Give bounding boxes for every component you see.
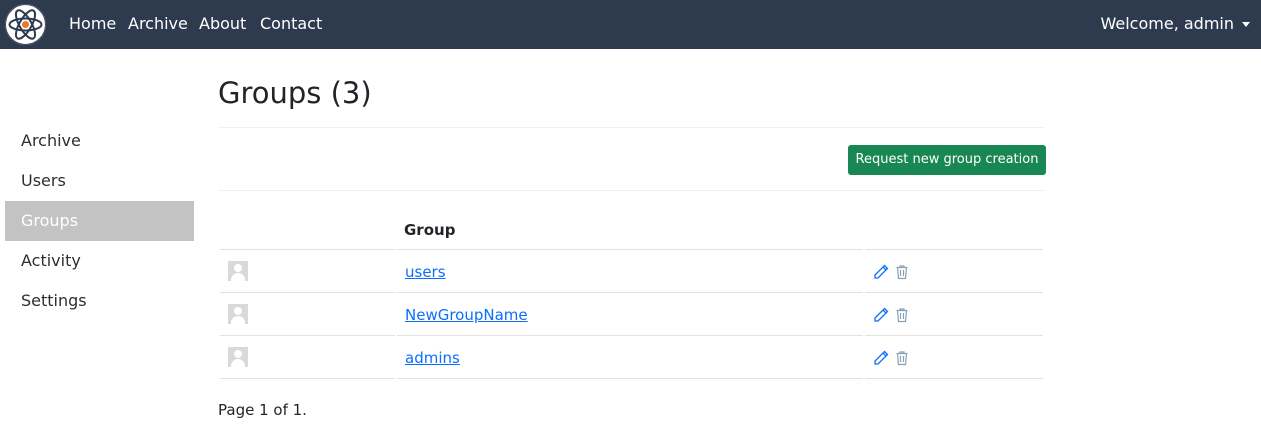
groups-table: Group users NewGroupName admins (218, 208, 1045, 381)
sidebar: Archive Users Groups Activity Settings (5, 121, 194, 321)
group-avatar-icon (228, 346, 248, 367)
table-row: users (220, 252, 1043, 293)
sidebar-item-settings[interactable]: Settings (5, 281, 194, 321)
user-menu-dropdown[interactable]: Welcome, admin (1100, 14, 1250, 34)
trash-icon[interactable] (894, 350, 910, 366)
sidebar-item-archive[interactable]: Archive (5, 121, 194, 161)
user-menu-label: Welcome, admin (1100, 14, 1235, 33)
sidebar-item-users[interactable]: Users (5, 161, 194, 201)
column-header-actions (865, 210, 1043, 250)
group-name-cell: users (397, 252, 863, 293)
group-link[interactable]: NewGroupName (405, 306, 528, 324)
trash-icon[interactable] (894, 307, 910, 323)
request-new-group-button[interactable]: Request new group creation (848, 145, 1046, 175)
atom-logo-icon[interactable] (5, 4, 46, 45)
column-header-group: Group (397, 210, 863, 250)
pencil-icon[interactable] (873, 350, 889, 366)
actions-cell (865, 338, 1043, 379)
table-row: NewGroupName (220, 295, 1043, 336)
caret-down-icon (1242, 21, 1250, 27)
pencil-icon[interactable] (873, 307, 889, 323)
nav-link-about[interactable]: About (199, 14, 246, 34)
page-title: Groups (3) (218, 76, 372, 110)
actions-cell (865, 252, 1043, 293)
group-name-cell: admins (397, 338, 863, 379)
avatar-cell (220, 252, 395, 293)
divider (218, 127, 1045, 128)
group-link[interactable]: admins (405, 349, 460, 367)
group-avatar-icon (228, 260, 248, 281)
nav-link-contact[interactable]: Contact (260, 14, 322, 34)
pagination-status: Page 1 of 1. (218, 401, 307, 419)
nav-link-archive[interactable]: Archive (128, 14, 188, 34)
group-name-cell: NewGroupName (397, 295, 863, 336)
column-header-avatar (220, 210, 395, 250)
avatar-cell (220, 295, 395, 336)
table-header-row: Group (220, 210, 1043, 250)
sidebar-item-groups[interactable]: Groups (5, 201, 194, 241)
group-link[interactable]: users (405, 263, 446, 281)
pencil-icon[interactable] (873, 264, 889, 280)
trash-icon[interactable] (894, 264, 910, 280)
sidebar-item-activity[interactable]: Activity (5, 241, 194, 281)
actions-cell (865, 295, 1043, 336)
nav-link-home[interactable]: Home (69, 14, 116, 34)
table-row: admins (220, 338, 1043, 379)
divider (218, 190, 1045, 191)
top-navbar: Home Archive About Contact Welcome, admi… (0, 0, 1261, 49)
avatar-cell (220, 338, 395, 379)
group-avatar-icon (228, 303, 248, 324)
